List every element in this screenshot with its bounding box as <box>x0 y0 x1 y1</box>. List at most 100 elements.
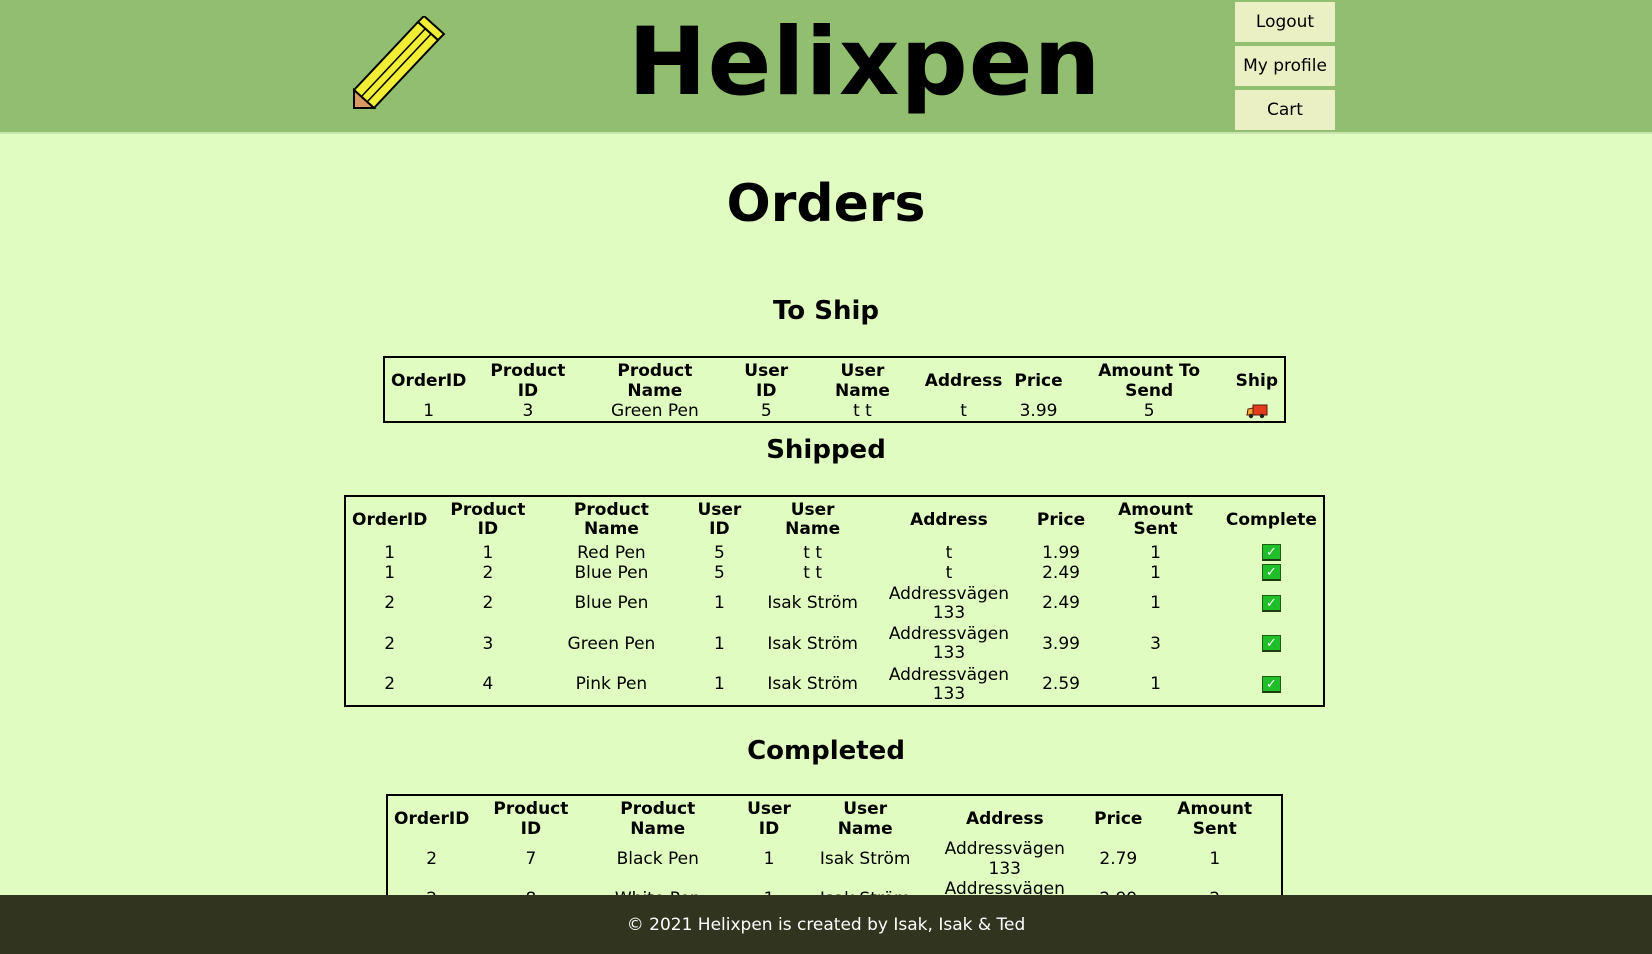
checkmark-icon[interactable]: ✓ <box>1261 544 1281 562</box>
table-cell: 2 <box>426 849 438 869</box>
table-row: 1 1 Red Pen 5 t t t 1.99 1 ✓ <box>346 543 1323 563</box>
table-cell: 1.99 <box>1042 542 1080 563</box>
column-header: Address <box>910 509 988 530</box>
table-cell: 2 <box>384 674 396 695</box>
shipped-table: OrderID Product ID Product Name User ID User… <box>344 495 1325 707</box>
cart-button[interactable]: Cart <box>1235 90 1335 130</box>
table-cell: 1 <box>713 593 725 614</box>
action-cell: ✓ <box>1220 624 1323 665</box>
column-header: Address <box>965 809 1044 829</box>
table-cell: Isak Ström <box>767 633 858 654</box>
column-header: User ID <box>744 361 789 401</box>
table-cell: t t <box>803 562 823 583</box>
table-cell: 5 <box>713 562 725 583</box>
table-cell: 1 <box>1150 542 1161 563</box>
table-cell: 3.99 <box>1019 401 1058 421</box>
table-cell: 3 <box>1150 633 1161 654</box>
table-cell: 2 <box>384 593 396 614</box>
table-row: 2 2 Blue Pen 1 Isak Ström Addressvägen 133 2.4… <box>346 584 1323 625</box>
table-cell: Isak Ström <box>767 593 858 614</box>
table-cell: 7 <box>525 849 537 869</box>
table-cell: 2 <box>482 593 494 614</box>
table-cell: 2 <box>482 562 494 583</box>
checkmark-icon[interactable]: ✓ <box>1261 635 1281 653</box>
column-header: OrderID <box>391 371 467 391</box>
my-profile-button[interactable]: My profile <box>1235 46 1335 86</box>
to-ship-heading: To Ship <box>773 296 879 326</box>
table-row: 2 7 Black Pen 1 Isak Ström Addressvägen 133 2.… <box>388 839 1281 879</box>
action-cell: ✓ <box>1220 584 1323 625</box>
footer-text: © 2021 Helixpen is created by Isak, Isak… <box>626 914 1026 935</box>
table-cell: Addressvägen 133 <box>888 664 1010 704</box>
column-header: Price <box>1014 371 1063 391</box>
column-header: Amount Sent <box>1177 799 1253 839</box>
table-header-row: OrderID Product ID Product Name User ID User… <box>385 358 1284 401</box>
table-cell: 2.49 <box>1042 593 1080 614</box>
table-cell: Green Pen <box>610 401 699 421</box>
table-cell: Pink Pen <box>575 674 648 695</box>
table-cell: 1 <box>1150 674 1161 695</box>
column-header: Price <box>1094 809 1143 829</box>
table-cell: Black Pen <box>616 849 699 869</box>
table-cell: 1 <box>482 542 494 563</box>
table-cell: Isak Ström <box>819 849 911 869</box>
column-header: OrderID <box>394 809 470 829</box>
table-cell: 1 <box>713 633 725 654</box>
table-cell: 1 <box>384 542 396 563</box>
column-header: Price <box>1036 509 1086 530</box>
table-cell: 4 <box>482 674 494 695</box>
column-header: Product Name <box>573 500 649 539</box>
pencil-icon <box>352 16 446 110</box>
table-cell: Green Pen <box>567 633 656 654</box>
column-header: Complete <box>1225 509 1317 530</box>
table-cell: t t <box>803 542 823 563</box>
table-cell: t <box>945 562 953 583</box>
truck-icon[interactable] <box>1246 403 1268 419</box>
table-cell: 3 <box>482 633 494 654</box>
table-header-row: OrderID Product ID Product Name User ID User… <box>346 497 1323 543</box>
table-cell: Isak Ström <box>767 674 858 695</box>
table-cell: 1 <box>1209 849 1221 869</box>
action-cell: ✓ <box>1220 563 1323 583</box>
table-cell: 1 <box>384 562 396 583</box>
page-title: Orders <box>726 174 926 234</box>
table-cell: 2.79 <box>1099 849 1138 869</box>
to-ship-table: OrderID Product ID Product Name User ID User… <box>383 356 1286 423</box>
table-cell: Blue Pen <box>574 593 649 614</box>
table-cell: 1 <box>713 674 725 695</box>
table-cell: t t <box>853 401 872 421</box>
table-cell: t <box>945 542 953 563</box>
table-cell: 3.99 <box>1042 633 1080 654</box>
table-cell: 5 <box>760 401 772 421</box>
column-header: User ID <box>747 799 791 839</box>
table-cell: t <box>960 401 967 421</box>
column-header: Address <box>924 371 1003 391</box>
column-header: Amount Sent <box>1118 500 1193 539</box>
table-cell: 2.59 <box>1042 674 1080 695</box>
table-row: 2 3 Green Pen 1 Isak Ström Addressvägen 133 3.… <box>346 624 1323 665</box>
column-header: User Name <box>835 361 890 401</box>
column-header: User ID <box>697 500 742 539</box>
action-cell: ✓ <box>1220 665 1323 706</box>
checkmark-icon[interactable]: ✓ <box>1261 675 1281 693</box>
checkmark-icon[interactable]: ✓ <box>1261 594 1281 612</box>
table-cell: 1 <box>1150 593 1161 614</box>
table-header-row: OrderID Product ID Product Name User ID User… <box>388 796 1281 839</box>
column-header: Product ID <box>450 500 526 539</box>
table-row: 2 4 Pink Pen 1 Isak Ström Addressvägen 133 2.5… <box>346 665 1323 706</box>
site-footer: © 2021 Helixpen is created by Isak, Isak… <box>0 895 1652 954</box>
table-cell: 2.49 <box>1042 562 1080 583</box>
logout-button[interactable]: Logout <box>1235 2 1335 42</box>
table-row: 1 2 Blue Pen 5 t t t 2.49 1 ✓ <box>346 563 1323 583</box>
table-cell: 5 <box>713 542 725 563</box>
table-cell: 1 <box>1150 562 1161 583</box>
action-cell <box>1230 401 1284 421</box>
table-cell: Addressvägen 133 <box>888 624 1010 664</box>
checkmark-icon[interactable]: ✓ <box>1261 564 1281 582</box>
completed-heading: Completed <box>747 736 905 766</box>
table-cell: Blue Pen <box>574 562 649 583</box>
action-cell: ✓ <box>1220 543 1323 563</box>
site-header: Helixpen Logout My profile Cart <box>0 0 1652 134</box>
column-header: Amount To Send <box>1098 361 1201 401</box>
shipped-heading: Shipped <box>766 435 886 465</box>
